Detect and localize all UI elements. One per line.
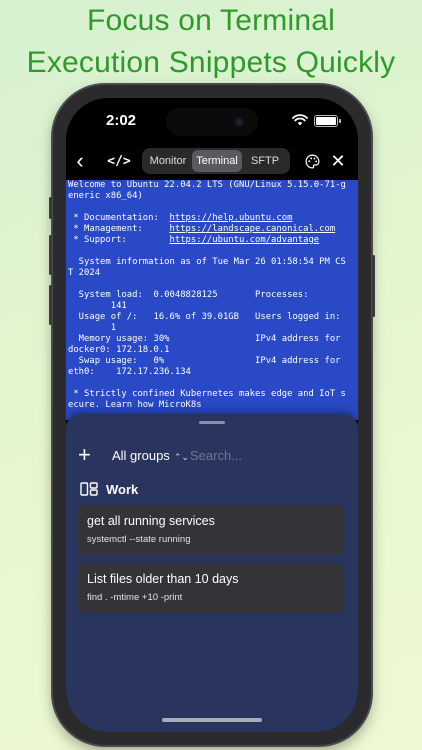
terminal-line: Memory usage: 30% IPv4 address for [68, 334, 341, 344]
terminal-line: eth0: 172.17.236.134 [68, 367, 191, 377]
terminal-line: * Documentation: [68, 213, 170, 223]
phone-screen: 2:02 ‹ </> Monitor Terminal SFTP ✕ Welco… [66, 98, 358, 732]
tab-terminal[interactable]: Terminal [192, 150, 242, 172]
group-header[interactable]: Work [80, 480, 138, 498]
group-selector-label: All groups [112, 448, 170, 463]
terminal-line: docker0: 172.18.0.1 [68, 345, 170, 355]
terminal-line: System load: 0.0048828125 Processes: [68, 290, 309, 300]
terminal-output[interactable]: Welcome to Ubuntu 22.04.2 LTS (GNU/Linux… [66, 180, 358, 420]
tab-sftp[interactable]: SFTP [242, 150, 288, 172]
volume-up-button [49, 235, 52, 275]
code-brackets-icon[interactable]: </> [106, 148, 132, 174]
view-segmented-control: Monitor Terminal SFTP [142, 148, 290, 174]
snippets-sheet: + All groups⌃⌄ Work get all running serv… [66, 414, 358, 732]
volume-down-button [49, 285, 52, 325]
snippet-title: List files older than 10 days [87, 572, 239, 586]
search-input[interactable] [190, 444, 340, 466]
terminal-line: * Support: [68, 235, 170, 245]
toolbar: ‹ </> Monitor Terminal SFTP ✕ [66, 148, 358, 174]
camera-icon [234, 117, 244, 127]
tab-monitor[interactable]: Monitor [144, 150, 192, 172]
terminal-line: System information as of Tue Mar 26 01:5… [68, 257, 346, 267]
terminal-line: Welcome to Ubuntu 22.04.2 LTS (GNU/Linux… [68, 180, 346, 190]
terminal-line: Usage of /: 16.6% of 39.01GB Users logge… [68, 312, 341, 322]
group-selector[interactable]: All groups ⌃⌄ [112, 448, 189, 463]
terminal-line: Swap usage: 0% IPv4 address for [68, 356, 341, 366]
action-button [49, 197, 52, 219]
chevron-left-icon[interactable]: ‹ [70, 148, 90, 174]
status-bar: 2:02 [66, 98, 358, 142]
plus-icon[interactable]: + [78, 444, 91, 466]
snippet-title: get all running services [87, 514, 215, 528]
terminal-line: eneric x86_64) [68, 191, 143, 201]
status-time: 2:02 [106, 112, 137, 129]
snippet-card[interactable]: List files older than 10 days find . -mt… [78, 563, 344, 613]
snippet-command: systemctl --state running [87, 534, 191, 545]
terminal-line: * Strictly confined Kubernetes makes edg… [68, 389, 346, 399]
snippet-command: find . -mtime +10 -print [87, 592, 183, 603]
group-icon [80, 482, 98, 496]
management-link[interactable]: https://landscape.canonical.com [170, 224, 336, 234]
headline-line-2: Execution Snippets Quickly [26, 46, 396, 79]
documentation-link[interactable]: https://help.ubuntu.com [170, 213, 293, 223]
terminal-line: 141 [68, 301, 127, 311]
support-link[interactable]: https://ubuntu.com/advantage [170, 235, 320, 245]
terminal-line: T 2024 [68, 268, 101, 278]
snippet-card[interactable]: get all running services systemctl --sta… [78, 505, 344, 555]
sheet-grabber[interactable] [199, 421, 225, 424]
headline-line-1: Focus on Terminal [87, 4, 335, 37]
chevron-up-down-icon: ⌃⌄ [173, 452, 189, 462]
terminal-line: ecure. Learn how MicroK8s [68, 400, 202, 410]
terminal-line: * Management: [68, 224, 170, 234]
battery-icon [314, 115, 341, 127]
palette-icon[interactable] [302, 148, 322, 174]
close-icon[interactable]: ✕ [328, 148, 348, 174]
phone-frame: 2:02 ‹ </> Monitor Terminal SFTP ✕ Welco… [49, 85, 375, 745]
group-title: Work [106, 481, 139, 497]
dynamic-island [166, 108, 258, 136]
power-button [372, 255, 375, 317]
home-indicator[interactable] [162, 718, 262, 722]
wifi-icon [292, 114, 308, 126]
terminal-line: 1 [68, 323, 117, 333]
